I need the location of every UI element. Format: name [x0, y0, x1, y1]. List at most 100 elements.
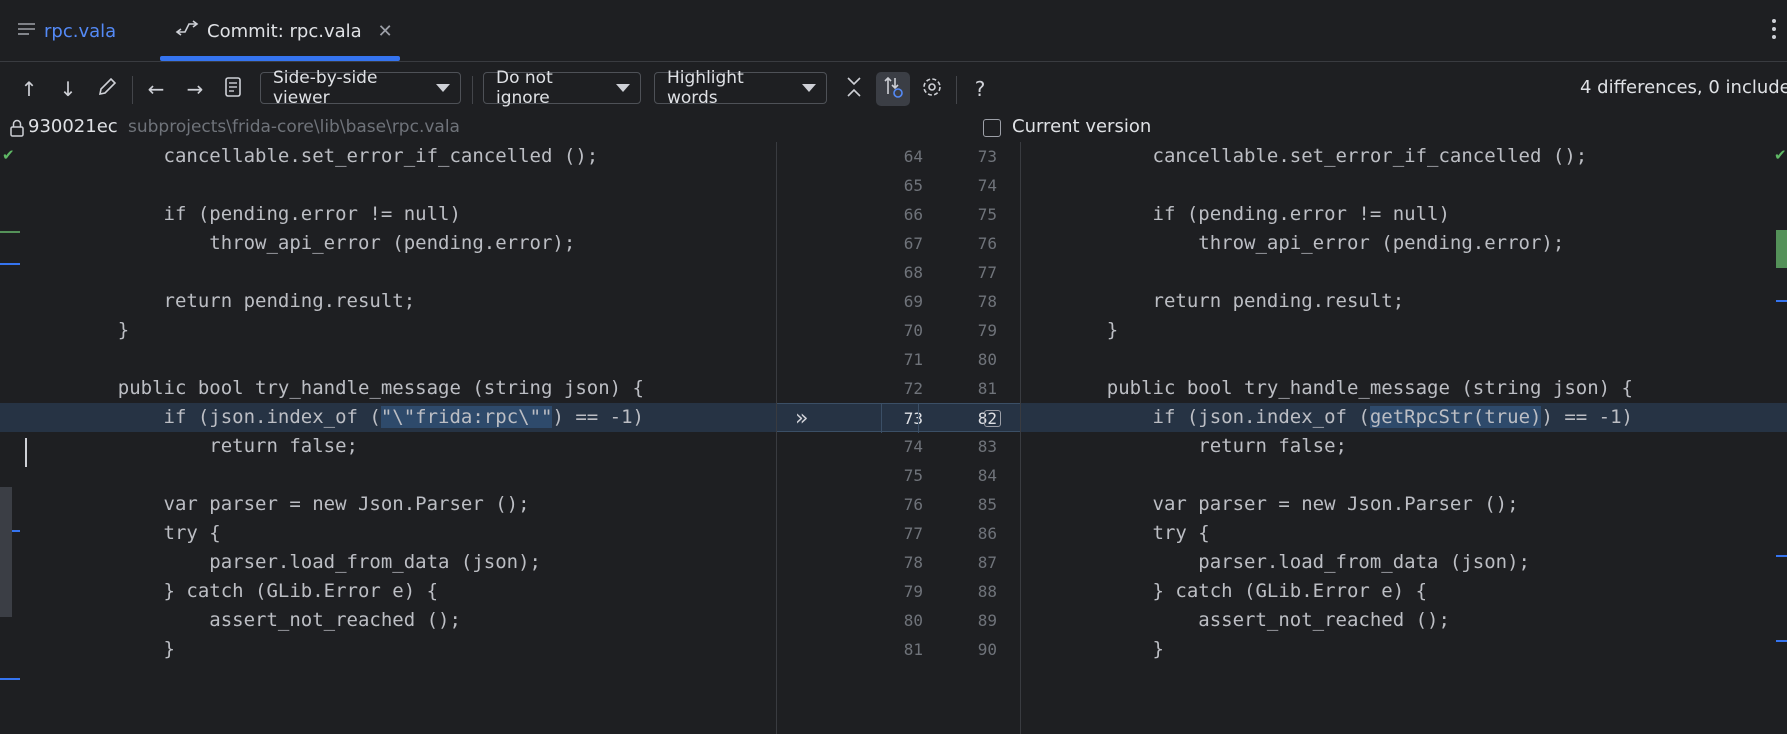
- whitespace-dropdown[interactable]: Do not ignore: [483, 68, 641, 108]
- code-line[interactable]: parser.load_from_data (json);: [1021, 548, 1787, 577]
- current-version-label[interactable]: Current version: [1012, 116, 1151, 137]
- code-text: if (json.index_of (: [1061, 406, 1370, 428]
- gutter-row: 76 85: [777, 490, 1020, 519]
- scrollbar-thumb-left[interactable]: [0, 487, 12, 617]
- right-editor-pane[interactable]: cancellable.set_error_if_cancelled (); i…: [1021, 142, 1787, 734]
- code-line[interactable]: [0, 258, 776, 287]
- code-line[interactable]: if (pending.error != null): [0, 200, 776, 229]
- code-line[interactable]: [0, 461, 776, 490]
- apply-change-icon[interactable]: »: [795, 404, 808, 433]
- code-text: assert_not_reached ();: [1061, 609, 1450, 631]
- code-line[interactable]: var parser = new Json.Parser ();: [0, 490, 776, 519]
- sync-scroll-icon: [882, 75, 904, 104]
- code-line[interactable]: cancellable.set_error_if_cancelled ();: [0, 142, 776, 171]
- code-line[interactable]: [1021, 461, 1787, 490]
- gutter-row: 72 81: [777, 374, 1020, 403]
- close-icon[interactable]: ✕: [378, 21, 393, 42]
- code-line[interactable]: [1021, 171, 1787, 200]
- code-line[interactable]: var parser = new Json.Parser ();: [1021, 490, 1787, 519]
- previous-file-button[interactable]: ←: [140, 73, 172, 105]
- tab-label: Commit: rpc.vala: [207, 20, 362, 42]
- gutter-row: 68 77: [777, 258, 1020, 287]
- code-line[interactable]: }: [1021, 316, 1787, 345]
- next-file-button[interactable]: →: [179, 73, 211, 105]
- gutter-row: 66 75: [777, 200, 1020, 229]
- toolbar-separator: [132, 76, 133, 104]
- tab-commit-rpc-vala[interactable]: Commit: rpc.vala ✕: [175, 0, 393, 62]
- highlight-dropdown[interactable]: Highlight words: [654, 68, 827, 108]
- code-line[interactable]: } catch (GLib.Error e) {: [1021, 577, 1787, 606]
- code-line[interactable]: }: [0, 635, 776, 664]
- code-text: parser.load_from_data (json);: [1061, 551, 1530, 573]
- document-icon: [224, 76, 244, 103]
- code-text: }: [72, 638, 175, 660]
- code-line[interactable]: return pending.result;: [0, 287, 776, 316]
- left-line-number: 80: [903, 611, 923, 630]
- code-text: public bool try_handle_message (string j…: [72, 377, 644, 399]
- right-line-number: 79: [977, 321, 997, 340]
- code-line[interactable]: return pending.result;: [1021, 287, 1787, 316]
- code-line[interactable]: [0, 171, 776, 200]
- include-change-checkbox[interactable]: [984, 410, 1001, 427]
- revision-hash: 930021ec: [28, 116, 118, 137]
- gutter-row: 79 88: [777, 577, 1020, 606]
- gutter-row: 74 83: [777, 432, 1020, 461]
- code-line[interactable]: [1021, 345, 1787, 374]
- code-line[interactable]: public bool try_handle_message (string j…: [0, 374, 776, 403]
- code-line[interactable]: if (json.index_of ("\"frida:rpc\"") == -…: [0, 403, 776, 432]
- code-line[interactable]: throw_api_error (pending.error);: [1021, 229, 1787, 258]
- previous-difference-button[interactable]: ↑: [13, 73, 45, 105]
- current-version-checkbox[interactable]: [983, 119, 1001, 137]
- next-difference-button[interactable]: ↓: [52, 73, 84, 105]
- code-text: try {: [1061, 522, 1210, 544]
- file-list-button[interactable]: [218, 73, 250, 105]
- more-options-icon[interactable]: [1771, 18, 1777, 45]
- right-line-number: 90: [977, 640, 997, 659]
- code-line[interactable]: [0, 345, 776, 374]
- code-line[interactable]: if (json.index_of (getRpcStr(true)) == -…: [1021, 403, 1787, 432]
- highlight-value: Highlight words: [667, 68, 744, 108]
- code-line[interactable]: assert_not_reached ();: [0, 606, 776, 635]
- code-line[interactable]: [1021, 258, 1787, 287]
- left-editor-pane[interactable]: cancellable.set_error_if_cancelled (); i…: [0, 142, 776, 734]
- code-line[interactable]: if (pending.error != null): [1021, 200, 1787, 229]
- modified-change-marker: [0, 263, 20, 265]
- code-line[interactable]: try {: [0, 519, 776, 548]
- tab-rpc-vala[interactable]: rpc.vala: [18, 0, 116, 62]
- code-line[interactable]: assert_not_reached ();: [1021, 606, 1787, 635]
- code-text: ) == -1): [1541, 406, 1633, 428]
- left-line-number: 71: [903, 350, 923, 369]
- viewer-mode-dropdown[interactable]: Side-by-side viewer: [260, 68, 461, 108]
- right-line-number: 76: [977, 234, 997, 253]
- code-line[interactable]: return false;: [0, 432, 776, 461]
- gutter-row: 73 82»: [777, 403, 1020, 433]
- code-line[interactable]: try {: [1021, 519, 1787, 548]
- check-icon: ✔: [2, 146, 15, 164]
- left-line-number: 74: [903, 437, 923, 456]
- arrow-left-icon: ←: [147, 77, 165, 101]
- code-line[interactable]: }: [0, 316, 776, 345]
- settings-button[interactable]: [916, 73, 948, 105]
- gutter-divider: [881, 404, 882, 433]
- code-line[interactable]: parser.load_from_data (json);: [0, 548, 776, 577]
- edit-source-button[interactable]: [91, 73, 123, 105]
- left-line-number: 75: [903, 466, 923, 485]
- code-line[interactable]: public bool try_handle_message (string j…: [1021, 374, 1787, 403]
- code-text: return pending.result;: [72, 290, 416, 312]
- left-line-number: 69: [903, 292, 923, 311]
- sync-scroll-toggle[interactable]: [876, 72, 910, 106]
- arrow-right-icon: →: [186, 77, 204, 101]
- changed-word-highlight: getRpcStr(true): [1369, 406, 1542, 428]
- collapse-unchanged-button[interactable]: [838, 73, 870, 105]
- code-line[interactable]: return false;: [1021, 432, 1787, 461]
- code-line[interactable]: cancellable.set_error_if_cancelled ();: [1021, 142, 1787, 171]
- code-line[interactable]: throw_api_error (pending.error);: [0, 229, 776, 258]
- code-line[interactable]: } catch (GLib.Error e) {: [0, 577, 776, 606]
- left-line-number: 67: [903, 234, 923, 253]
- help-button[interactable]: ?: [964, 73, 996, 105]
- left-line-number: 64: [903, 147, 923, 166]
- code-line[interactable]: }: [1021, 635, 1787, 664]
- whitespace-value: Do not ignore: [496, 68, 553, 108]
- code-text: return false;: [72, 435, 358, 457]
- code-text: }: [1061, 319, 1119, 341]
